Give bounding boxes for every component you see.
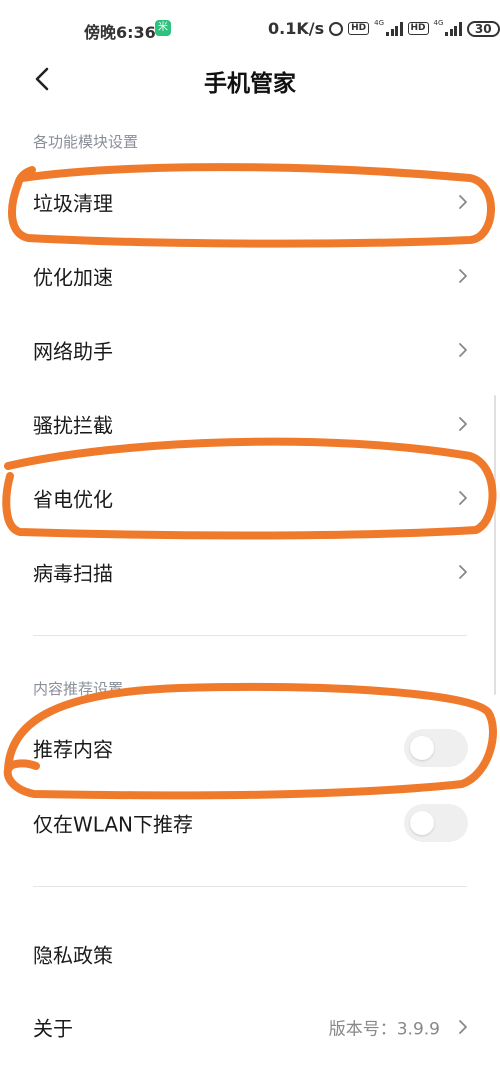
chevron-right-icon: [459, 417, 467, 431]
row-about[interactable]: 关于 版本号：3.9.9: [0, 997, 500, 1057]
section-label-modules: 各功能模块设置: [33, 133, 139, 151]
network-speed: 0.1K/s: [268, 19, 325, 38]
hd-badge-2: HD: [407, 22, 429, 35]
version-text: 版本号：3.9.9: [328, 1019, 440, 1040]
row-wlan-only[interactable]: 仅在WLAN下推荐: [0, 793, 500, 853]
chevron-right-icon: [459, 269, 467, 283]
status-bar: 傍晚6:36 米 0.1K/s HD 4G HD 4G 30: [0, 0, 500, 58]
row-harassment-block[interactable]: 骚扰拦截: [0, 394, 500, 454]
row-privacy-policy[interactable]: 隐私政策: [0, 924, 500, 984]
status-indicators: 0.1K/s HD 4G HD 4G 30: [268, 19, 500, 38]
row-label: 骚扰拦截: [33, 413, 113, 438]
scrollbar[interactable]: [494, 395, 496, 695]
row-optimize-speed[interactable]: 优化加速: [0, 246, 500, 306]
network-type-2: 4G: [433, 19, 444, 27]
divider: [33, 635, 467, 636]
app-header: 手机管家: [0, 56, 500, 104]
status-time: 傍晚6:36: [84, 23, 156, 42]
toggle-knob: [410, 811, 434, 835]
chevron-right-icon: [459, 195, 467, 209]
row-recommend-content[interactable]: 推荐内容: [0, 718, 500, 778]
signal-icon-2: [445, 21, 462, 36]
chevron-right-icon: [459, 491, 467, 505]
row-power-saving[interactable]: 省电优化: [0, 468, 500, 528]
network-type-1: 4G: [374, 19, 385, 27]
row-label: 推荐内容: [33, 737, 113, 762]
section-label-recommend: 内容推荐设置: [33, 680, 124, 698]
divider: [33, 886, 467, 887]
wlan-only-toggle[interactable]: [404, 804, 468, 842]
row-label: 关于: [33, 1016, 73, 1041]
page-title: 手机管家: [204, 71, 296, 97]
alarm-icon: [329, 21, 344, 36]
chevron-right-icon: [459, 565, 467, 579]
row-label: 优化加速: [33, 265, 113, 290]
message-notification-icon: 米: [155, 20, 171, 36]
row-virus-scan[interactable]: 病毒扫描: [0, 542, 500, 602]
row-label: 病毒扫描: [33, 561, 113, 586]
row-network-assistant[interactable]: 网络助手: [0, 320, 500, 380]
chevron-right-icon: [459, 1020, 467, 1034]
signal-icon-1: [386, 21, 403, 36]
recommend-content-toggle[interactable]: [404, 729, 468, 767]
row-label: 仅在WLAN下推荐: [33, 812, 194, 837]
chevron-right-icon: [459, 343, 467, 357]
row-label: 隐私政策: [33, 943, 113, 968]
battery-icon: 30: [466, 20, 500, 37]
row-junk-clean[interactable]: 垃圾清理: [0, 172, 500, 232]
row-label: 网络助手: [33, 339, 113, 364]
toggle-knob: [410, 736, 434, 760]
row-label: 垃圾清理: [33, 191, 113, 216]
row-label: 省电优化: [33, 487, 113, 512]
hd-badge-1: HD: [348, 22, 370, 35]
